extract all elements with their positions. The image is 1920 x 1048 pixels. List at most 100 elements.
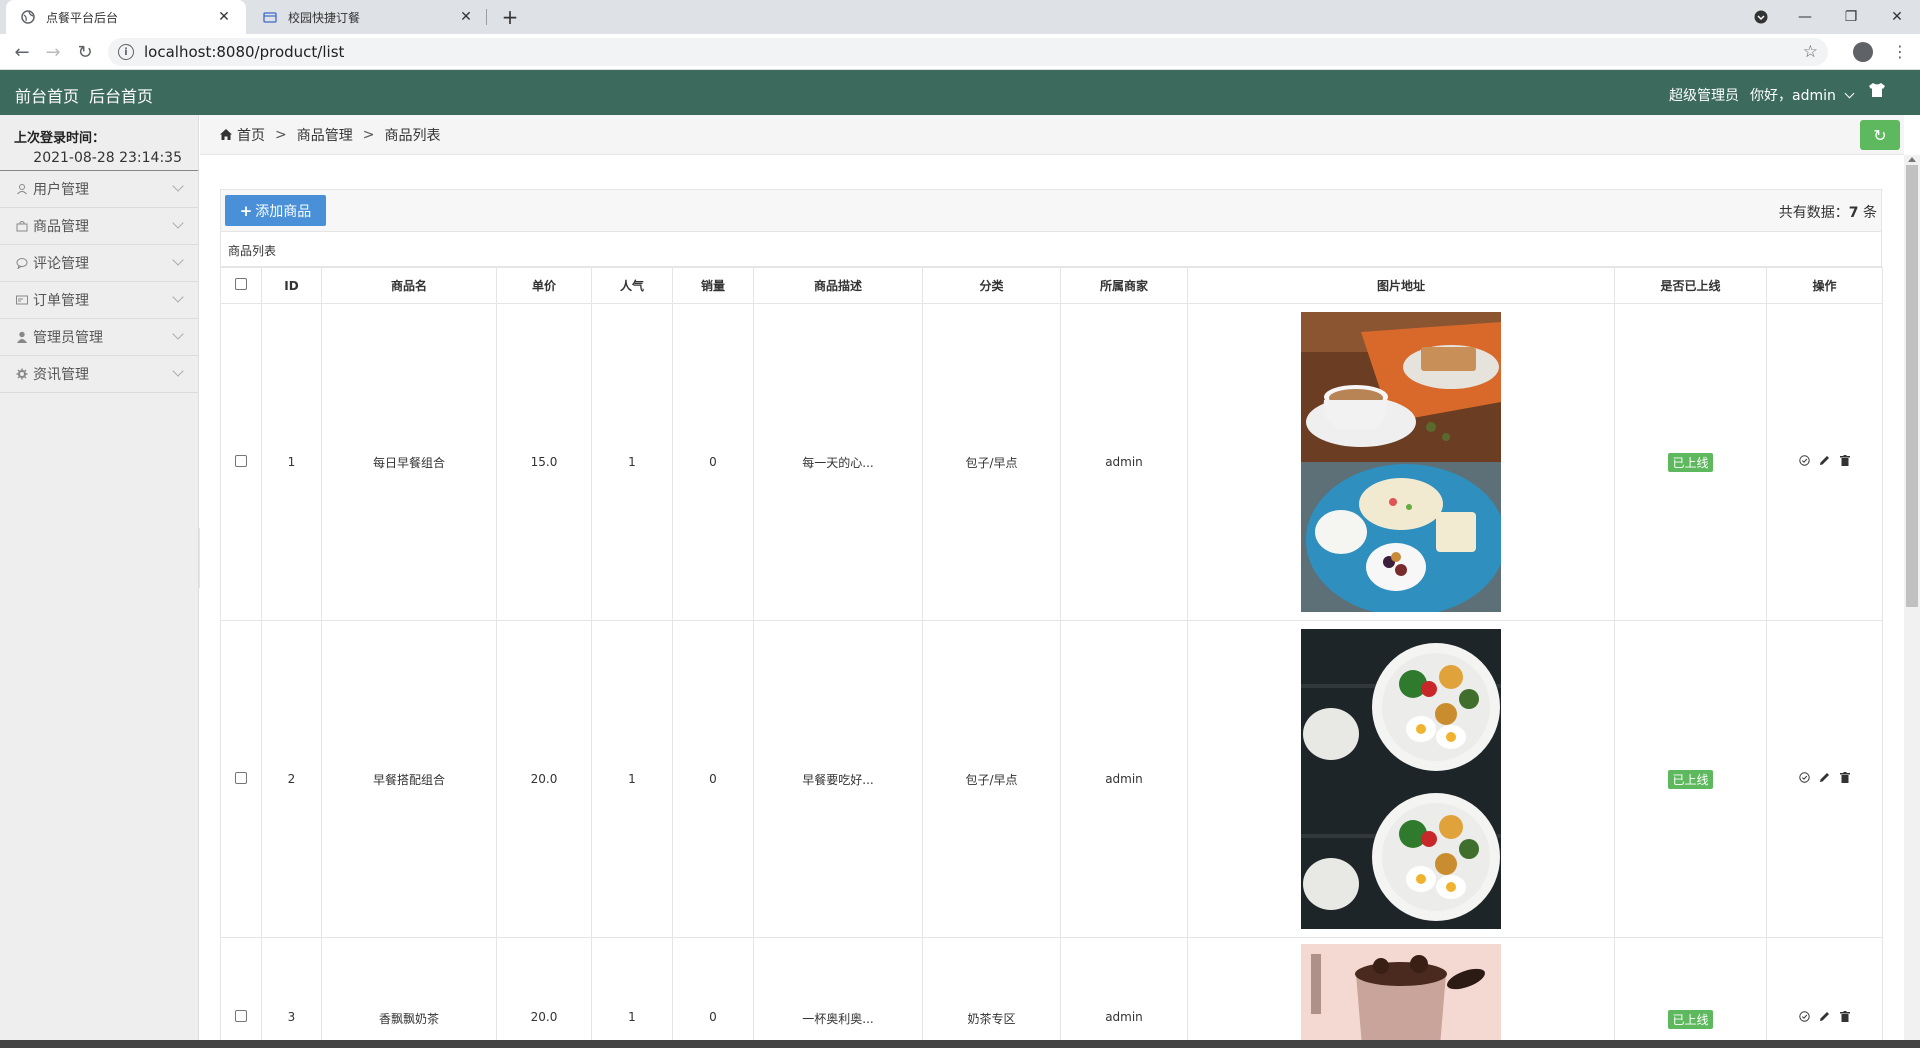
row-checkbox[interactable] (235, 454, 247, 467)
status-badge: 已上线 (1668, 452, 1713, 472)
role-label: 超级管理员 (1669, 88, 1739, 104)
cell-actions (1766, 620, 1883, 938)
browser-menu-icon[interactable]: ⋮ (1890, 42, 1910, 62)
total-prefix: 共有数据： (1778, 205, 1849, 221)
total-suffix: 条 (1858, 205, 1877, 221)
bookmark-star-icon[interactable]: ☆ (1803, 42, 1818, 62)
breadcrumb-product-list: 商品列表 (384, 127, 441, 144)
profile-avatar-icon[interactable] (1853, 42, 1873, 62)
cell-merchant: admin (1060, 303, 1188, 621)
row-select-cell (220, 303, 262, 621)
delete-trash-icon[interactable] (1839, 1010, 1851, 1022)
cell-id: 2 (261, 620, 322, 938)
globe-icon (20, 9, 36, 25)
chevron-down-icon (1844, 88, 1855, 99)
info-icon[interactable]: i (118, 44, 134, 60)
tab-close-icon[interactable]: ✕ (458, 9, 474, 25)
cell-category: 包子/早点 (922, 303, 1061, 621)
last-login-label: 上次登录时间： (14, 131, 106, 146)
sidebar-item-comments[interactable]: 评论管理 (0, 245, 198, 282)
sidebar-item-label: 资讯管理 (33, 367, 89, 383)
select-all-cell (220, 267, 262, 304)
back-icon[interactable]: ← (8, 38, 36, 66)
col-header: 人气 (591, 267, 673, 304)
sidebar-item-products[interactable]: 商品管理 (0, 208, 198, 245)
cell-price: 20.0 (496, 937, 592, 1048)
col-header: 所属商家 (1060, 267, 1188, 304)
product-table: ID 商品名 单价 人气 销量 商品描述 分类 所属商家 图片地址 是否已上线 … (220, 267, 1883, 1048)
table-header-row: ID 商品名 单价 人气 销量 商品描述 分类 所属商家 图片地址 是否已上线 … (220, 267, 1883, 304)
select-all-checkbox[interactable] (235, 278, 247, 290)
breadcrumb-separator: > (275, 126, 287, 143)
cell-status: 已上线 (1614, 620, 1767, 938)
toggle-online-icon[interactable] (1799, 1010, 1811, 1022)
cell-name: 香飘飘奶茶 (321, 937, 497, 1048)
sidebar-item-label: 订单管理 (33, 293, 89, 309)
chevron-down-icon (172, 328, 184, 340)
sidebar-item-admins[interactable]: 管理员管理 (0, 319, 198, 356)
edit-pencil-icon[interactable] (1819, 1010, 1831, 1022)
restore-icon[interactable]: ❐ (1828, 0, 1874, 34)
reload-icon[interactable]: ↻ (71, 38, 99, 66)
toggle-online-icon[interactable] (1799, 455, 1811, 467)
sidebar-item-users[interactable]: 用户管理 (0, 171, 198, 208)
row-select-cell (220, 620, 262, 938)
plus-icon: + (239, 201, 253, 220)
url-text: localhost:8080/product/list (144, 43, 345, 61)
table-caption: 商品列表 (220, 232, 1882, 267)
col-header: 分类 (922, 267, 1061, 304)
breadcrumb-home[interactable]: 首页 (237, 125, 265, 145)
window-close-icon[interactable]: ✕ (1874, 0, 1920, 34)
back-home-link[interactable]: 后台首页 (89, 83, 153, 107)
row-checkbox[interactable] (235, 1010, 247, 1022)
tab-separator (486, 9, 487, 25)
sidebar-item-news[interactable]: 资讯管理 (0, 356, 198, 393)
address-bar: ← → ↻ i localhost:8080/product/list ☆ ⋮ (0, 34, 1920, 70)
last-login-value: 2021-08-28 23:14:35 (33, 150, 182, 166)
breadcrumb-product-mgmt[interactable]: 商品管理 (297, 125, 353, 145)
breadcrumb-separator: > (362, 126, 375, 143)
refresh-icon: ↻ (1873, 125, 1887, 145)
minimize-icon[interactable]: — (1782, 0, 1828, 34)
new-tab-icon[interactable]: + (498, 5, 522, 29)
tab-close-icon[interactable]: ✕ (216, 9, 232, 25)
delete-trash-icon[interactable] (1839, 772, 1851, 784)
chevron-down-icon (172, 180, 184, 192)
sidebar-item-orders[interactable]: 订单管理 (0, 282, 198, 319)
main-content: + 添加商品 共有数据：7 条 商品列表 ID 商品名 单价 人气 销量 商品描… (200, 156, 1904, 1048)
app-header: 前台首页 后台首页 超级管理员 你好，admin (0, 70, 1920, 115)
col-header: 销量 (672, 267, 754, 304)
scroll-up-arrow-icon[interactable] (1908, 157, 1916, 162)
scrollbar-thumb[interactable] (1906, 165, 1918, 607)
cell-desc: 一杯奥利奥... (753, 937, 923, 1048)
add-product-button[interactable]: + 添加商品 (225, 195, 326, 226)
toggle-online-icon[interactable] (1799, 772, 1811, 784)
browser-tab-admin[interactable]: 点餐平台后台 ✕ (6, 0, 246, 34)
edit-pencil-icon[interactable] (1819, 455, 1831, 467)
sidebar-item-label: 用户管理 (33, 182, 89, 198)
cell-actions (1766, 937, 1883, 1048)
url-field[interactable]: i localhost:8080/product/list ☆ (108, 38, 1828, 66)
browser-tab-shop[interactable]: 校园快捷订餐 ✕ (248, 0, 488, 34)
forward-icon[interactable]: → (39, 38, 67, 66)
cell-name: 早餐搭配组合 (321, 620, 497, 938)
col-header: 商品名 (321, 267, 497, 304)
front-home-link[interactable]: 前台首页 (15, 83, 79, 107)
os-taskbar (0, 1040, 1920, 1048)
chevron-down-icon (172, 291, 184, 303)
tab-search-icon[interactable] (1738, 0, 1784, 34)
delete-trash-icon[interactable] (1839, 455, 1851, 467)
cell-desc: 早餐要吃好... (753, 620, 923, 938)
refresh-button[interactable]: ↻ (1860, 120, 1900, 150)
skin-shirt-icon[interactable] (1868, 82, 1888, 102)
cell-category: 包子/早点 (922, 620, 1061, 938)
cell-merchant: admin (1060, 620, 1188, 938)
col-header: ID (261, 267, 322, 304)
cell-popularity: 1 (591, 303, 673, 621)
user-menu[interactable]: 你好，admin (1750, 85, 1855, 105)
total-number: 7 (1848, 205, 1859, 221)
product-image-tea-biscuits (1301, 312, 1501, 462)
row-checkbox[interactable] (235, 771, 247, 784)
breadcrumb: 首页 > 商品管理 > 商品列表 (200, 115, 1904, 155)
edit-pencil-icon[interactable] (1819, 772, 1831, 784)
